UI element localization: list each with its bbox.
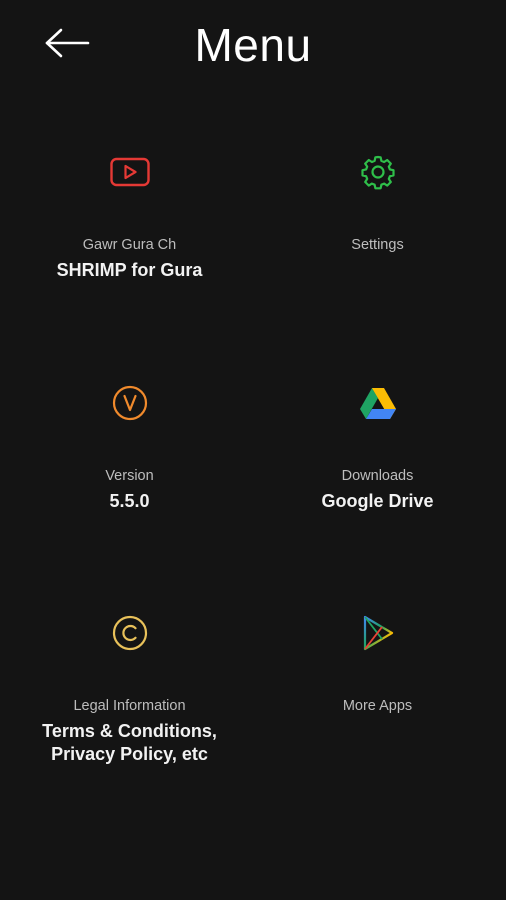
version-v-icon <box>112 385 147 421</box>
menu-item-channel[interactable]: Gawr Gura Ch SHRIMP for Gura <box>3 116 256 346</box>
google-drive-icon <box>359 388 396 419</box>
gear-icon <box>360 155 395 190</box>
legal-value-line: Privacy Policy, etc <box>51 744 208 764</box>
copyright-icon <box>112 615 147 651</box>
menu-item-caption: Gawr Gura Ch <box>82 237 177 253</box>
menu-item-value: Google Drive <box>321 491 434 511</box>
menu-item-caption: More Apps <box>342 698 413 714</box>
page-title: Menu <box>194 19 312 71</box>
menu-item-settings[interactable]: Settings <box>251 116 504 346</box>
menu-item-caption: Legal Information <box>73 698 186 714</box>
menu-item-legal[interactable]: Legal Information Terms & Conditions, Pr… <box>3 577 256 807</box>
menu-item-value: 5.5.0 <box>109 491 150 511</box>
menu-item-caption: Downloads <box>341 468 414 484</box>
menu-item-version[interactable]: Version 5.5.0 <box>3 347 256 577</box>
legal-value-line: Terms & Conditions, <box>42 721 217 741</box>
menu-item-downloads[interactable]: Downloads Google Drive <box>251 347 504 577</box>
menu-item-value: SHRIMP for Gura <box>56 260 203 280</box>
menu-item-caption: Settings <box>351 237 404 253</box>
menu-item-caption: Version <box>105 468 154 484</box>
menu-item-value: Terms & Conditions, Privacy Policy, etc <box>3 720 256 766</box>
youtube-icon <box>109 157 150 187</box>
menu-item-more-apps[interactable]: More Apps <box>251 577 504 807</box>
google-play-icon <box>363 615 393 651</box>
app-header: Menu <box>0 0 506 92</box>
